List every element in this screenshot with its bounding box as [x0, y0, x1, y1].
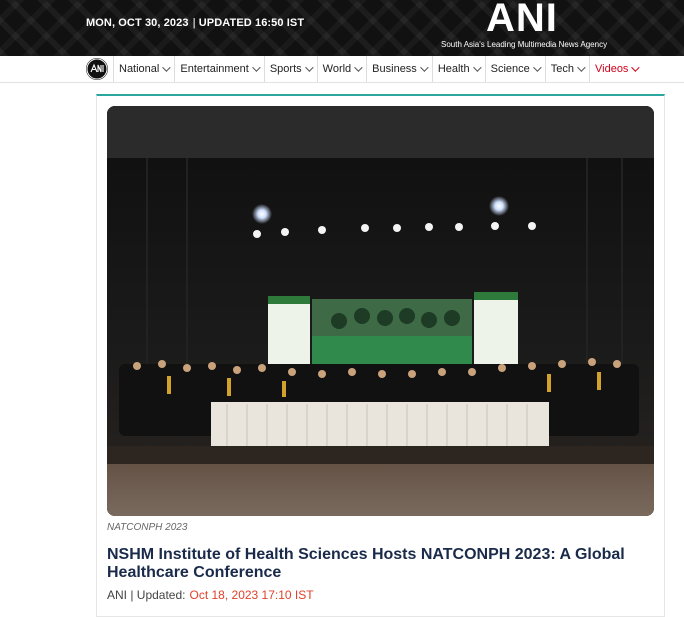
- chevron-down-icon: [252, 63, 261, 72]
- article-image[interactable]: [107, 106, 654, 516]
- brand-tagline: South Asia's Leading Multimedia News Age…: [441, 40, 608, 49]
- chevron-down-icon: [354, 63, 363, 72]
- chevron-down-icon: [631, 63, 641, 72]
- nav-item-sports[interactable]: Sports: [263, 56, 317, 82]
- nav-item-world[interactable]: World: [316, 56, 367, 82]
- nav-item-health[interactable]: Health: [431, 56, 485, 82]
- updated-text: UPDATED 16:50 IST: [198, 17, 305, 29]
- nav-label: Business: [372, 63, 417, 75]
- nav-item-videos[interactable]: Videos: [589, 56, 643, 82]
- image-caption: NATCONPH 2023: [107, 522, 188, 533]
- nav-label: Videos: [595, 63, 629, 75]
- nav-item-national[interactable]: National: [113, 56, 174, 82]
- article-meta: ANI | Updated: Oct 18, 2023 17:10 IST: [107, 588, 314, 602]
- nav-label: Science: [490, 63, 530, 75]
- main-nav: National Entertainment Sports World Busi…: [0, 56, 684, 83]
- nav-label: Tech: [550, 63, 574, 75]
- article-source: ANI | Updated:: [107, 588, 186, 602]
- nav-label: Sports: [269, 63, 302, 75]
- nav-item-entertainment[interactable]: Entertainment: [174, 56, 263, 82]
- article-card: NATCONPH 2023 NSHM Institute of Health S…: [96, 94, 665, 617]
- nav-item-tech[interactable]: Tech: [544, 56, 589, 82]
- nav-label: Entertainment: [180, 63, 249, 75]
- chevron-down-icon: [304, 63, 314, 72]
- ani-logo[interactable]: ANI: [486, 0, 558, 41]
- chevron-down-icon: [419, 63, 429, 72]
- chevron-down-icon: [532, 63, 542, 72]
- nav-label: National: [119, 63, 160, 75]
- nav-items: National Entertainment Sports World Busi…: [113, 56, 643, 82]
- home-logo-icon[interactable]: [86, 58, 108, 80]
- conference-photo: [107, 106, 654, 516]
- chevron-down-icon: [472, 63, 482, 72]
- header-date: MON, OCT 30, 2023 | UPDATED 16:50 IST: [86, 17, 304, 29]
- nav-label: Health: [437, 63, 470, 75]
- chevron-down-icon: [162, 63, 172, 72]
- article-headline[interactable]: NSHM Institute of Health Sciences Hosts …: [107, 546, 652, 582]
- date-text: MON, OCT 30, 2023: [86, 17, 189, 29]
- site-header: MON, OCT 30, 2023 | UPDATED 16:50 IST ANI …: [0, 0, 684, 56]
- chevron-down-icon: [577, 63, 586, 72]
- nav-item-business[interactable]: Business: [366, 56, 432, 82]
- date-separator: |: [192, 17, 196, 29]
- nav-item-science[interactable]: Science: [484, 56, 545, 82]
- nav-label: World: [322, 63, 352, 75]
- article-updated-time: Oct 18, 2023 17:10 IST: [189, 588, 314, 602]
